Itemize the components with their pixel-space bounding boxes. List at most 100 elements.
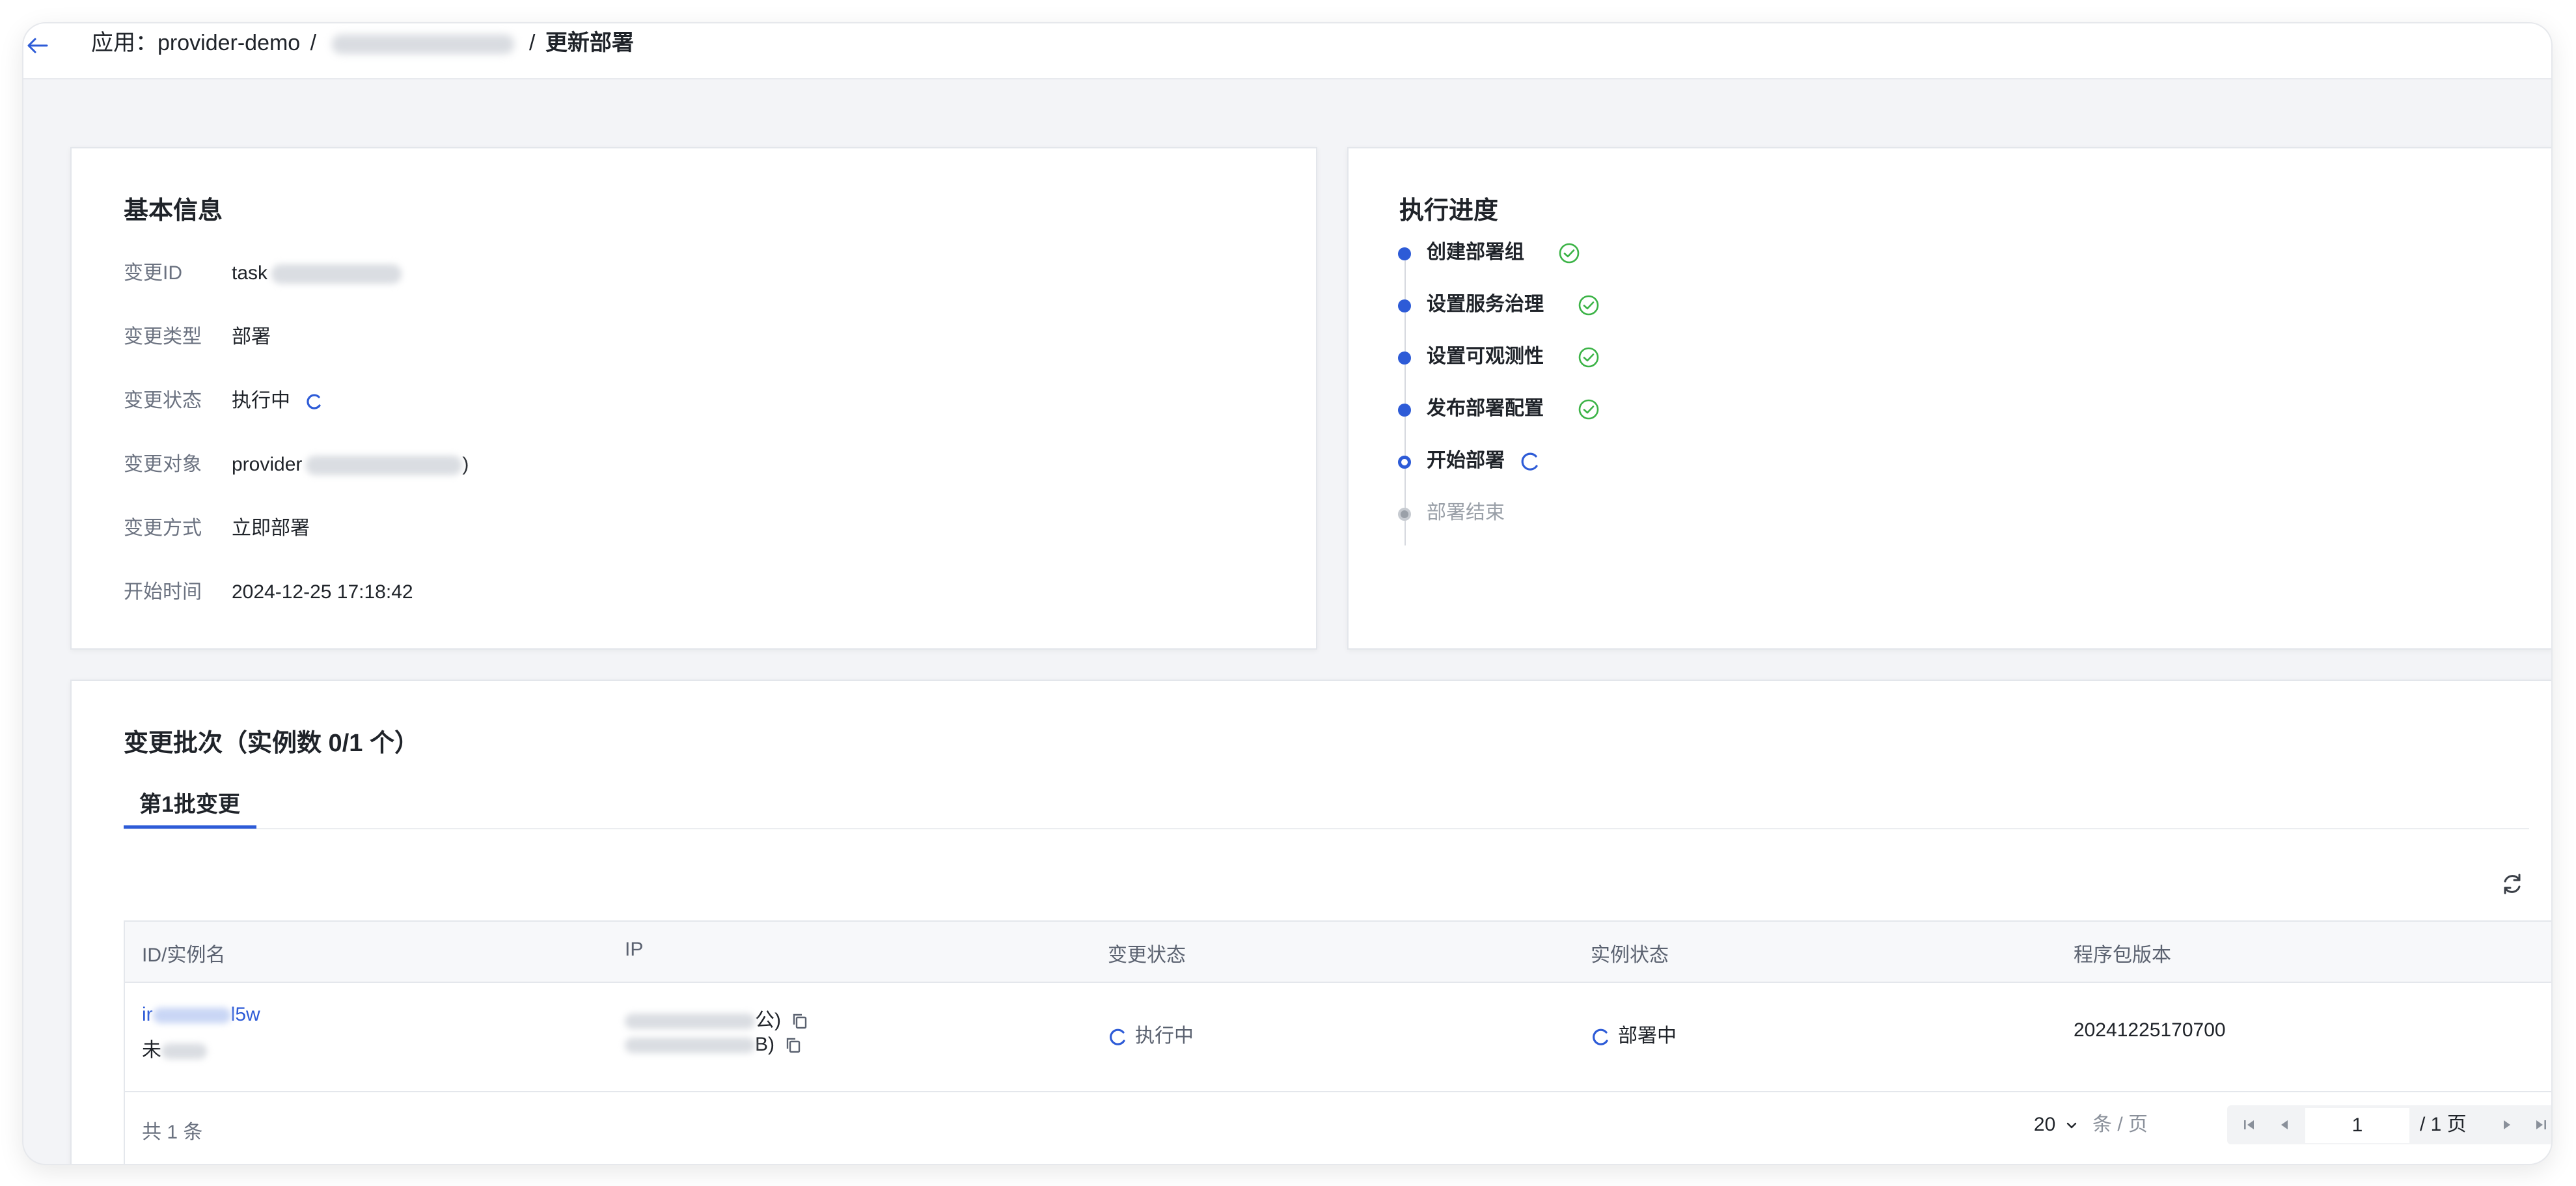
change-id-value: task [232,262,268,284]
total-count: 共 1 条 [142,1122,203,1143]
package-version-cell: 20241225170700 [2074,1019,2226,1041]
change-type-value: 部署 [232,326,271,348]
ip-cell-public: 公) [625,1004,808,1032]
column-header-ip: IP [625,939,644,960]
page-size-value: 20 [2033,1114,2056,1135]
check-circle-icon [1578,295,1599,316]
check-circle-icon [1578,399,1599,420]
ip-public-suffix: 公) [755,1010,781,1031]
page-size-select[interactable]: 20 条 / 页 [2034,1113,2148,1137]
progress-title: 执行进度 [1399,197,1499,225]
change-method-value: 立即部署 [232,517,310,539]
first-page-icon[interactable] [2238,1113,2261,1137]
info-label: 变更方式 [124,517,202,539]
change-status-text: 执行中 [1135,1025,1194,1047]
copy-icon[interactable] [791,1012,808,1030]
column-header-package-version: 程序包版本 [2074,945,2171,966]
redacted-value [152,1008,231,1024]
page-number-input[interactable] [2305,1108,2409,1143]
column-header-instance-status: 实例状态 [1591,945,1669,966]
breadcrumb-redacted [331,34,514,55]
spinner-icon [307,394,321,409]
info-label: 变更类型 [124,326,202,348]
instance-id-link[interactable]: ir [142,1004,153,1025]
table-row: ir l5w 未 公) B) 执行中 部署中 20241225170700 [125,983,2551,1090]
breadcrumb: 应用：provider-demo / / 更新部署 [91,23,634,62]
change-target-suffix: ) [462,454,469,475]
info-row-change-type: 变更类型 部署 [124,324,271,350]
spinner-icon [1593,1028,1608,1045]
step-dot [1398,247,1411,260]
instance-id-link[interactable]: l5w [231,1004,260,1025]
step-dot [1398,508,1411,521]
redacted-value [161,1043,207,1060]
change-status-cell: 执行中 [1108,1019,1194,1048]
progress-line [1404,253,1406,545]
basic-info-title: 基本信息 [124,197,223,225]
breadcrumb-separator: / [529,31,536,55]
change-target-value: provider [232,454,303,475]
redacted-value [271,264,402,284]
info-label: 变更状态 [124,390,202,411]
top-bar: 应用：provider-demo / / 更新部署 [23,23,2551,79]
step-dot [1398,404,1411,417]
column-header-change-status: 变更状态 [1108,945,1186,966]
ip-cell-private: B) [625,1034,802,1056]
step-label: 设置服务治理 [1427,294,1544,315]
step-dot [1398,299,1411,312]
breadcrumb-app[interactable]: 应用：provider-demo [91,31,300,55]
info-row-start-time: 开始时间 2024-12-25 17:18:42 [124,579,413,605]
check-circle-icon [1578,347,1599,368]
progress-card: 执行进度 创建部署组 设置服务治理 设置可观测性 发布部署配置 开始部署 部署结… [1347,147,2551,650]
info-row-change-target: 变更对象 provider) [124,452,469,478]
pager-controls: / 1 页 [2227,1105,2551,1144]
change-status-value: 执行中 [232,390,290,411]
page-size-unit: 条 / 页 [2092,1114,2148,1135]
ip-private-suffix: B) [755,1034,774,1055]
tabs-divider [124,828,2529,829]
tab-active-indicator [124,825,256,829]
column-header-id: ID/实例名 [142,945,226,966]
redacted-value [625,1014,755,1030]
instance-name: 未 [142,1040,161,1061]
tab-batch-1[interactable]: 第1批变更 [124,786,256,823]
step-label: 创建部署组 [1427,241,1524,263]
prev-page-icon[interactable] [2273,1113,2296,1137]
instance-status-text: 部署中 [1618,1025,1677,1047]
last-page-icon[interactable] [2529,1113,2551,1137]
step-label: 开始部署 [1427,450,1505,471]
basic-info-card: 基本信息 变更ID task 变更类型 部署 变更状态 执行中 变更对象 provide… [70,147,1317,650]
pagination: 20 条 / 页 / 1 页 [1783,1105,2551,1144]
step-dot [1398,456,1411,469]
refresh-icon[interactable] [2499,871,2525,897]
redacted-value [306,456,463,476]
page-total: / 1 页 [2420,1114,2467,1135]
redacted-value [625,1038,755,1054]
chevron-down-icon [2066,1122,2076,1129]
spinner-icon [1521,452,1538,471]
spinner-icon [1110,1028,1125,1045]
breadcrumb-current: 更新部署 [545,31,634,55]
app-window: 应用：provider-demo / / 更新部署 基本信息 变更ID task … [23,23,2551,1164]
breadcrumb-separator: / [310,31,317,55]
batch-title: 变更批次（实例数 0/1 个） [124,730,419,757]
instance-name-cell: 未 [142,1034,207,1062]
back-arrow-icon[interactable] [23,33,49,59]
instance-status-cell: 部署中 [1591,1019,1677,1048]
table-header: ID/实例名 IP 变更状态 实例状态 程序包版本 [125,922,2551,983]
step-dot [1398,352,1411,365]
instance-table: ID/实例名 IP 变更状态 实例状态 程序包版本 ir l5w 未 公) B)… [124,920,2551,1092]
next-page-icon[interactable] [2495,1113,2519,1137]
info-row-change-status: 变更状态 执行中 [124,388,323,414]
instance-id-cell: ir l5w [142,1004,260,1026]
info-label: 开始时间 [124,581,202,603]
info-label: 变更对象 [124,454,202,475]
info-row-change-method: 变更方式 立即部署 [124,516,310,542]
start-time-value: 2024-12-25 17:18:42 [232,581,413,603]
step-label: 发布部署配置 [1427,398,1544,419]
step-label: 设置可观测性 [1427,346,1544,367]
check-circle-icon [1559,243,1580,264]
step-label: 部署结束 [1427,502,1505,523]
info-row-change-id: 变更ID task [124,260,402,286]
copy-icon[interactable] [785,1036,802,1055]
